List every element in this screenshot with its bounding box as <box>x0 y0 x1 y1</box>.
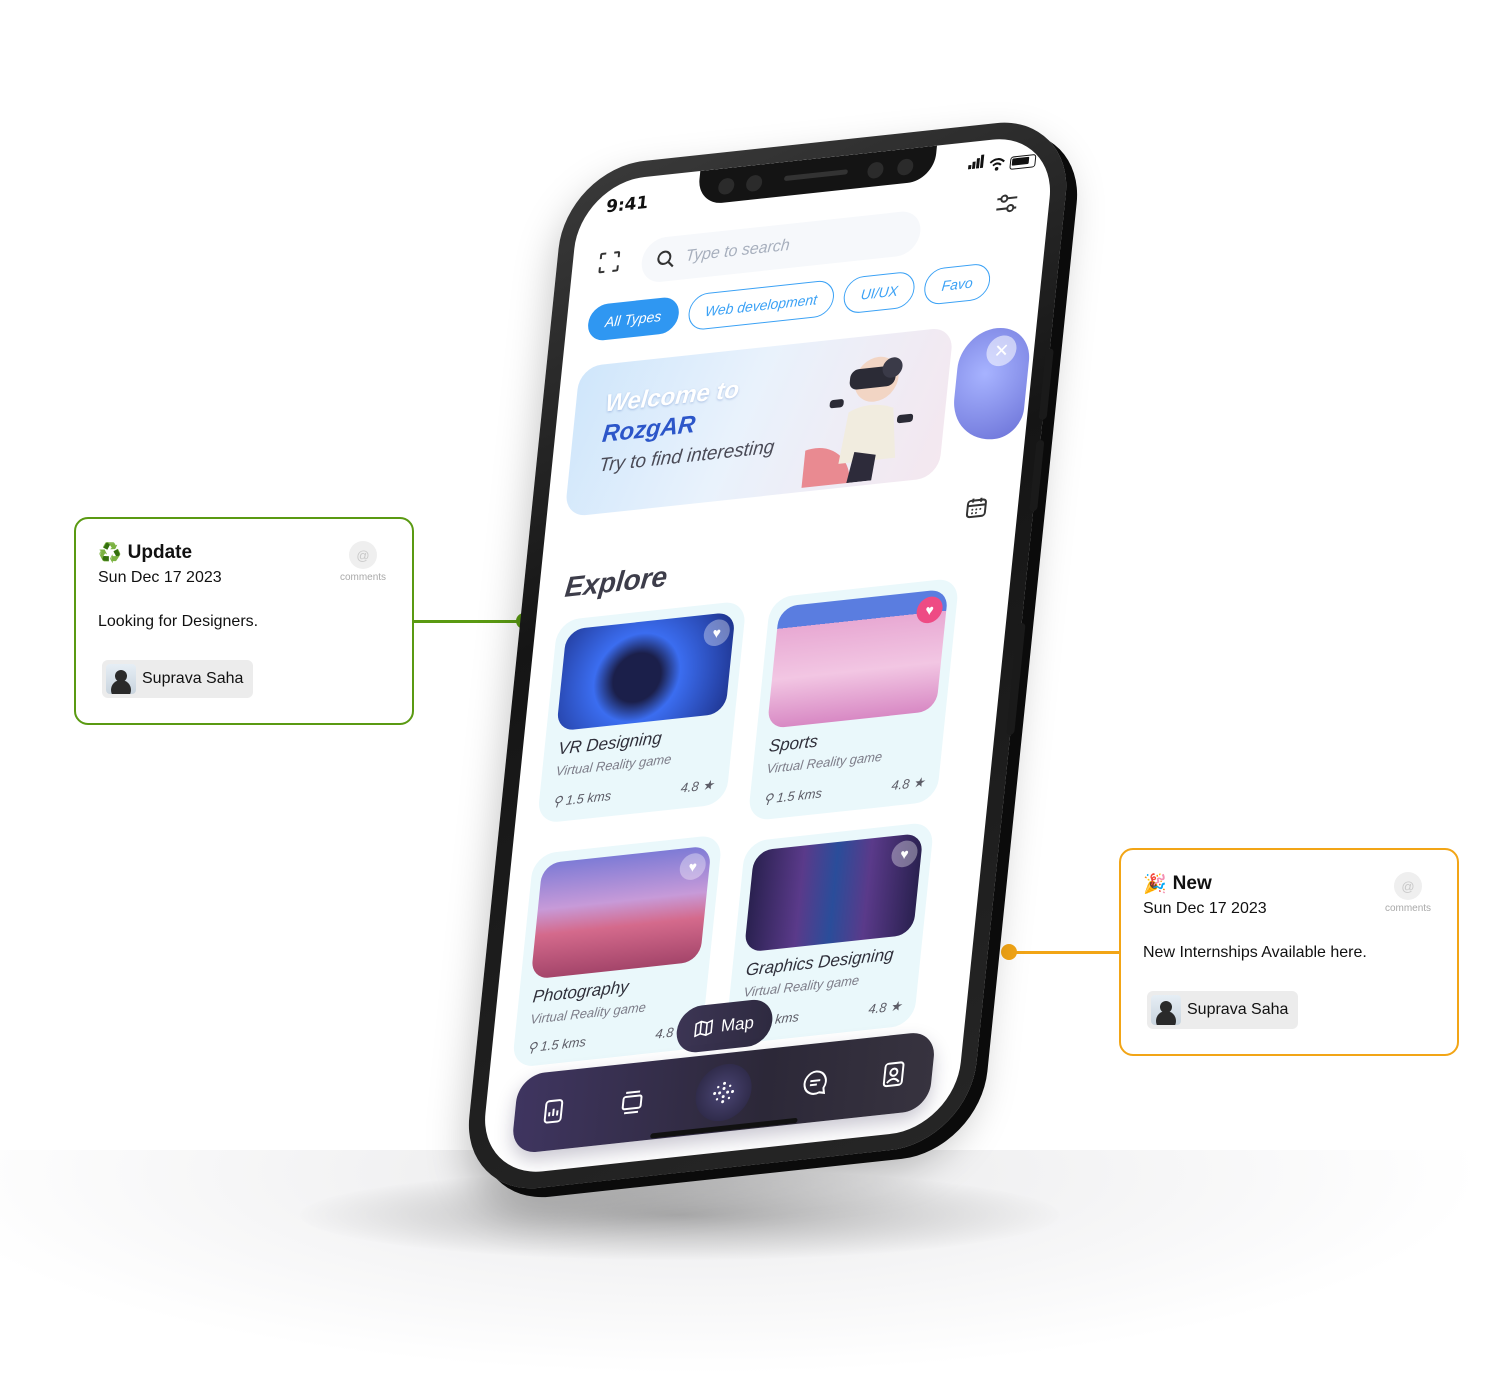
comment-icon: @ <box>1394 872 1422 900</box>
card-distance-value: 1.5 kms <box>775 785 823 806</box>
profile-icon[interactable] <box>877 1057 910 1091</box>
signal-icon <box>967 154 985 174</box>
update-note-card: ♻️ Update Sun Dec 17 2023 Looking for De… <box>74 517 414 725</box>
comments-button[interactable]: @ comments <box>336 541 390 583</box>
user-name: Suprava Saha <box>142 670 244 687</box>
search-input[interactable]: Type to search <box>685 237 791 266</box>
card-distance: ⚲ 1.5 kms <box>552 788 612 811</box>
note-title-text: Update <box>127 542 193 563</box>
report-icon[interactable] <box>537 1094 570 1128</box>
chip-web-development[interactable]: Web development <box>686 279 836 332</box>
user-name: Suprava Saha <box>1187 1001 1289 1018</box>
card-title: Sports <box>768 731 819 756</box>
battery-icon <box>1009 153 1037 170</box>
card-distance-value: 1.5 kms <box>565 787 612 808</box>
user-tag[interactable]: Suprava Saha <box>102 660 254 698</box>
scan-icon[interactable] <box>597 250 621 275</box>
note-body: New Internships Available here. <box>1143 944 1367 961</box>
calendar-icon[interactable] <box>963 494 989 521</box>
ar-center-button[interactable] <box>692 1061 755 1125</box>
chat-icon[interactable] <box>798 1066 831 1100</box>
search-icon <box>657 250 674 268</box>
note-title: ♻️ Update <box>98 541 192 565</box>
card-rating: 4.8 ★ <box>680 776 715 796</box>
card-rating: 4.8 ★ <box>867 997 903 1017</box>
recycle-icon: ♻️ <box>98 543 122 564</box>
avatar <box>1151 995 1181 1025</box>
chip-ui-ux[interactable]: UI/UX <box>842 270 917 315</box>
search-bar[interactable]: Type to search <box>639 209 923 285</box>
filter-icon[interactable] <box>993 189 1022 218</box>
section-title: Explore <box>563 560 669 603</box>
map-label: Map <box>720 1012 755 1036</box>
note-date: Sun Dec 17 2023 <box>98 569 222 586</box>
status-icons <box>967 149 1037 175</box>
user-tag[interactable]: Suprava Saha <box>1147 991 1299 1029</box>
comments-label: comments <box>1384 903 1432 914</box>
comment-icon: @ <box>349 541 377 569</box>
welcome-banner[interactable]: Welcome to RozgAR Try to find interestin… <box>564 326 954 518</box>
explore-card[interactable]: ♥ Sports Virtual Reality game ⚲ 1.5 kms … <box>747 577 960 822</box>
chip-all-types[interactable]: All Types <box>586 295 681 343</box>
card-distance: ⚲ 1.5 kms <box>527 1034 587 1057</box>
chip-favorites[interactable]: Favo <box>922 262 992 306</box>
avatar <box>106 664 136 694</box>
ar-center-icon <box>713 1081 735 1104</box>
map-icon <box>694 1019 714 1038</box>
comments-label: comments <box>339 572 387 583</box>
note-body: Looking for Designers. <box>98 613 259 630</box>
explore-card[interactable]: ♥ VR Designing Virtual Reality game ⚲ 1.… <box>536 600 747 825</box>
wifi-icon <box>989 158 1005 171</box>
cards-icon[interactable] <box>616 1085 649 1119</box>
card-rating: 4.8 ★ <box>890 774 926 794</box>
comments-button[interactable]: @ comments <box>1381 872 1435 914</box>
status-time: 9:41 <box>605 192 650 218</box>
card-distance: ⚲ 1.5 kms <box>763 785 823 808</box>
card-distance-value: 1.5 kms <box>539 1033 587 1054</box>
phone-mockup: 9:41 Type to search All Types Web develo… <box>452 90 1092 1230</box>
note-title: 🎉 New <box>1143 872 1212 896</box>
party-popper-icon: 🎉 <box>1143 874 1167 895</box>
vr-character-illustration <box>801 356 914 488</box>
note-title-text: New <box>1172 873 1212 894</box>
new-note-card: 🎉 New Sun Dec 17 2023 New Internships Av… <box>1119 848 1459 1056</box>
note-date: Sun Dec 17 2023 <box>1143 900 1267 917</box>
